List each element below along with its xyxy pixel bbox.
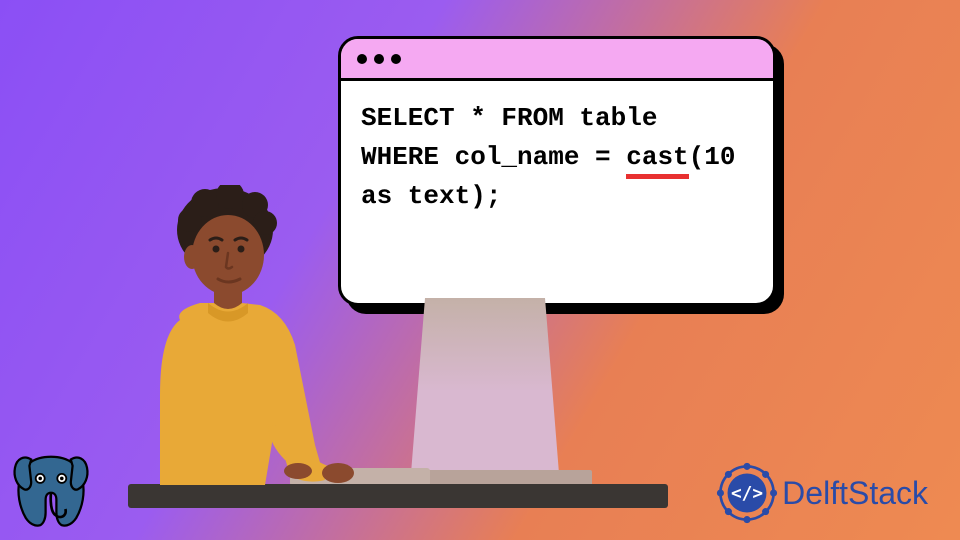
traffic-light-dot	[374, 54, 384, 64]
window-titlebar	[341, 39, 773, 81]
delftstack-text: DelftStack	[782, 475, 928, 512]
delftstack-emblem: </>	[716, 462, 778, 524]
code-line-2: WHERE col_name = cast(10	[361, 138, 753, 177]
postgresql-logo	[6, 446, 96, 536]
person-illustration	[120, 185, 400, 505]
code-line-1: SELECT * FROM table	[361, 99, 753, 138]
code-window: SELECT * FROM table WHERE col_name = cas…	[338, 36, 776, 306]
traffic-light-dot	[391, 54, 401, 64]
svg-text:</>: </>	[731, 484, 763, 504]
underlined-keyword: cast	[626, 138, 688, 177]
code-content: SELECT * FROM table WHERE col_name = cas…	[341, 81, 773, 234]
delftstack-logo: </> DelftStack	[716, 462, 928, 524]
code-window-body: SELECT * FROM table WHERE col_name = cas…	[338, 36, 776, 306]
code-line-3: as text);	[361, 177, 753, 216]
traffic-light-dot	[357, 54, 367, 64]
monitor-stand	[410, 298, 560, 486]
